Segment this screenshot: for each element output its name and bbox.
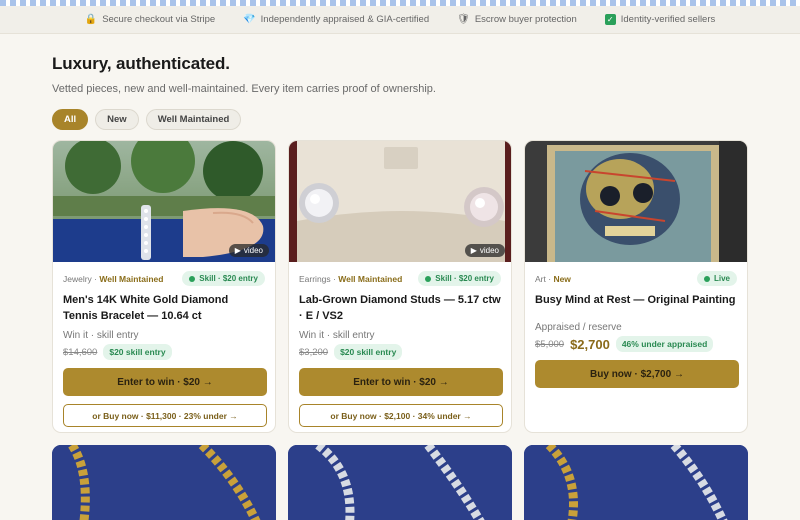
live-dot-icon [703,275,710,282]
product-card-two-tone-chain[interactable] [524,445,748,520]
filter-well-maintained[interactable]: Well Maintained [145,109,242,130]
painting-photo [525,141,747,262]
filter-new[interactable]: New [95,109,139,130]
product-image[interactable]: ▶ video [289,141,511,262]
status-dot-icon [189,275,196,282]
trust-item: ✓ Identity-verified sellers [604,14,716,25]
card-condition: Well Maintained [99,273,164,284]
filter-all[interactable]: All [52,109,89,130]
product-card-bracelet[interactable]: ▶ video Jewelry · Well Maintained Skill … [52,140,276,433]
trust-label: Escrow buyer protection [474,14,577,25]
buy-now-button[interactable]: or Buy now · $2,100 · 34% under → [299,404,503,427]
trust-bar: 🔒 Secure checkout via Stripe 💎 Independe… [0,6,800,34]
enter-to-win-button[interactable]: Enter to win · $20 → [63,368,267,396]
price-row: $5,000 $2,700 46% under appraised [535,336,737,352]
gold-chain-photo [52,445,276,520]
video-badge[interactable]: ▶ video [464,244,505,257]
card-title[interactable]: Lab-Grown Diamond Studs — 5.17 ctw · E /… [299,292,501,324]
original-price: $3,200 [299,346,329,358]
check-icon: ✓ [604,14,616,25]
price-row: $3,200 $20 skill entry [299,344,501,360]
video-label: video [243,246,263,255]
status-label: Live [713,274,730,283]
product-grid: ▶ video Jewelry · Well Maintained Skill … [52,140,748,433]
trust-item: 🛡 Escrow buyer protection [457,14,577,25]
silver-chain-photo [288,445,512,520]
shield-icon: 🛡 [457,13,470,25]
card-meta: Earrings · Well Maintained Skill · $20 e… [299,271,501,286]
entry-badge: $20 skill entry [103,344,172,360]
video-badge[interactable]: ▶ video [228,244,269,257]
buy-now-button[interactable]: Buy now · $2,700 → [535,360,739,388]
card-meta: Jewelry · Well Maintained Skill · $20 en… [63,271,265,286]
product-card-studs[interactable]: ▶ video Earrings · Well Maintained Skill… [288,140,512,433]
current-price: $2,700 [570,336,610,352]
original-price: $5,000 [535,338,565,350]
status-badge: Skill · $20 entry [418,271,501,286]
play-icon: ▶ [470,246,477,255]
original-price: $14,600 [63,346,98,358]
trust-label: Identity-verified sellers [620,14,716,25]
entry-badge: $20 skill entry [334,344,403,360]
card-title[interactable]: Men's 14K White Gold Diamond Tennis Brac… [63,292,265,324]
price-row: $14,600 $20 skill entry [63,344,265,360]
card-mode: Win it · skill entry [299,330,375,341]
main-content: Luxury, authenticated. Vetted pieces, ne… [0,54,800,520]
product-card-gold-chain[interactable] [52,445,276,520]
status-dot-icon [425,275,432,282]
trust-label: Secure checkout via Stripe [102,14,216,25]
discount-badge: 46% under appraised [615,336,714,352]
buy-now-button[interactable]: or Buy now · $11,300 · 23% under → [63,404,267,427]
gem-icon: 💎 [243,13,256,25]
status-label: Skill · $20 entry [435,274,494,283]
card-meta: Art · New Live [535,271,737,286]
page-title: Luxury, authenticated. [52,54,230,73]
card-category: Earrings [299,273,331,284]
trust-label: Independently appraised & GIA-certified [260,14,430,25]
enter-to-win-button[interactable]: Enter to win · $20 → [299,368,503,396]
product-image[interactable] [525,141,747,262]
status-badge: Live [696,271,737,286]
status-label: Skill · $20 entry [199,274,258,283]
two-tone-chain-photo [524,445,748,520]
page-subtitle: Vetted pieces, new and well-maintained. … [52,83,436,95]
video-label: video [479,246,499,255]
product-grid-row-2 [52,445,748,520]
filter-bar: All New Well Maintained [52,109,748,130]
product-card-silver-chain[interactable] [288,445,512,520]
lock-icon: 🔒 [84,13,98,25]
card-category: Art [535,273,546,284]
play-icon: ▶ [234,246,241,255]
card-mode: Win it · skill entry [63,330,139,341]
trust-item: 🔒 Secure checkout via Stripe [85,14,215,25]
product-card-painting[interactable]: Art · New Live Busy Mind at Rest — Origi… [524,140,748,433]
product-image[interactable]: ▶ video [53,141,275,262]
card-condition: Well Maintained [338,273,403,284]
card-title[interactable]: Busy Mind at Rest — Original Painting [535,292,737,308]
trust-item: 💎 Independently appraised & GIA-certifie… [243,14,429,25]
card-mode: Appraised / reserve [535,322,622,333]
card-category: Jewelry [63,273,92,284]
status-badge: Skill · $20 entry [182,271,265,286]
card-condition: New [553,273,571,284]
